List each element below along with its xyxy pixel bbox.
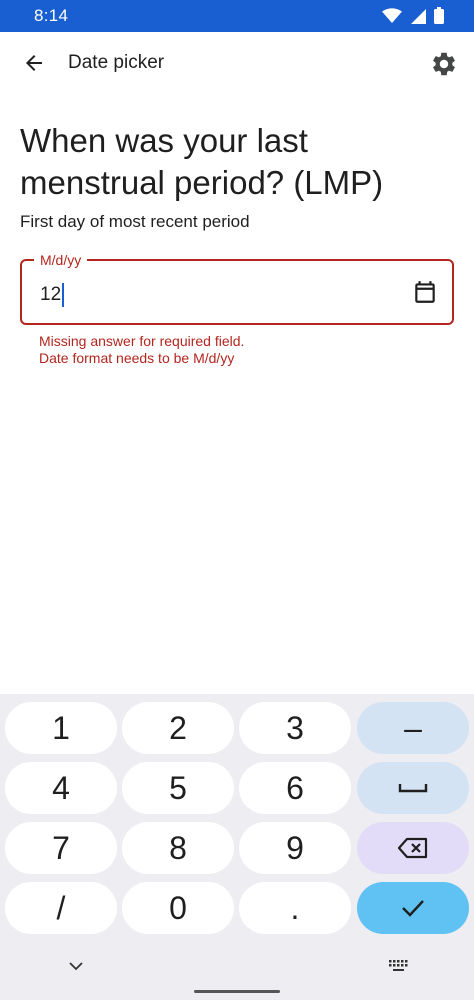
date-field[interactable]: M/d/yy 12 (20, 252, 454, 325)
key-0[interactable]: 0 (122, 882, 234, 934)
question-title: When was your last menstrual period? (LM… (20, 122, 384, 201)
date-field-label: M/d/yy (34, 252, 88, 268)
key-8[interactable]: 8 (122, 822, 234, 874)
status-icons (382, 7, 444, 24)
error-format: Date format needs to be M/d/yy (39, 350, 235, 366)
date-input[interactable]: 12 (40, 283, 65, 307)
arrow-back-icon (26, 55, 42, 71)
key-slash[interactable]: / (5, 882, 117, 934)
question-subtitle: First day of most recent period (20, 212, 250, 231)
key-4[interactable]: 4 (5, 762, 117, 814)
key-enter[interactable] (357, 882, 469, 934)
keyboard-switch-button[interactable] (386, 956, 410, 976)
wifi-icon (382, 7, 402, 23)
keyboard-icon (389, 960, 408, 971)
key-7[interactable]: 7 (5, 822, 117, 874)
back-button[interactable] (14, 45, 54, 81)
numeric-keyboard: 1 2 3 – 4 5 6 7 8 9 / 0 . (0, 694, 474, 1000)
status-time: 8:14 (34, 6, 69, 25)
key-6[interactable]: 6 (239, 762, 351, 814)
checkmark-icon (402, 900, 424, 917)
key-9[interactable]: 9 (239, 822, 351, 874)
key-3[interactable]: 3 (239, 702, 351, 754)
error-required: Missing answer for required field. (39, 333, 245, 349)
status-bar: 8:14 (0, 0, 474, 32)
battery-icon (434, 7, 444, 24)
app-bar: Date picker (0, 32, 474, 94)
chevron-down-icon (69, 962, 83, 971)
text-cursor (62, 283, 65, 307)
date-input-value: 12 (40, 284, 62, 305)
home-indicator[interactable] (194, 990, 280, 993)
calendar-button[interactable] (410, 277, 440, 307)
hide-keyboard-button[interactable] (64, 956, 88, 976)
key-space[interactable] (357, 762, 469, 814)
key-period[interactable]: . (239, 882, 351, 934)
key-dash[interactable]: – (357, 702, 469, 754)
signal-icon (411, 8, 426, 24)
space-icon (398, 784, 428, 793)
error-messages: Missing answer for required field. Date … (39, 333, 244, 367)
app-title: Date picker (68, 52, 165, 73)
key-1[interactable]: 1 (5, 702, 117, 754)
calendar-icon (415, 281, 435, 303)
key-backspace[interactable] (357, 822, 469, 874)
gear-icon (433, 52, 455, 76)
key-5[interactable]: 5 (122, 762, 234, 814)
settings-button[interactable] (424, 44, 464, 84)
key-2[interactable]: 2 (122, 702, 234, 754)
backspace-icon (397, 837, 428, 859)
